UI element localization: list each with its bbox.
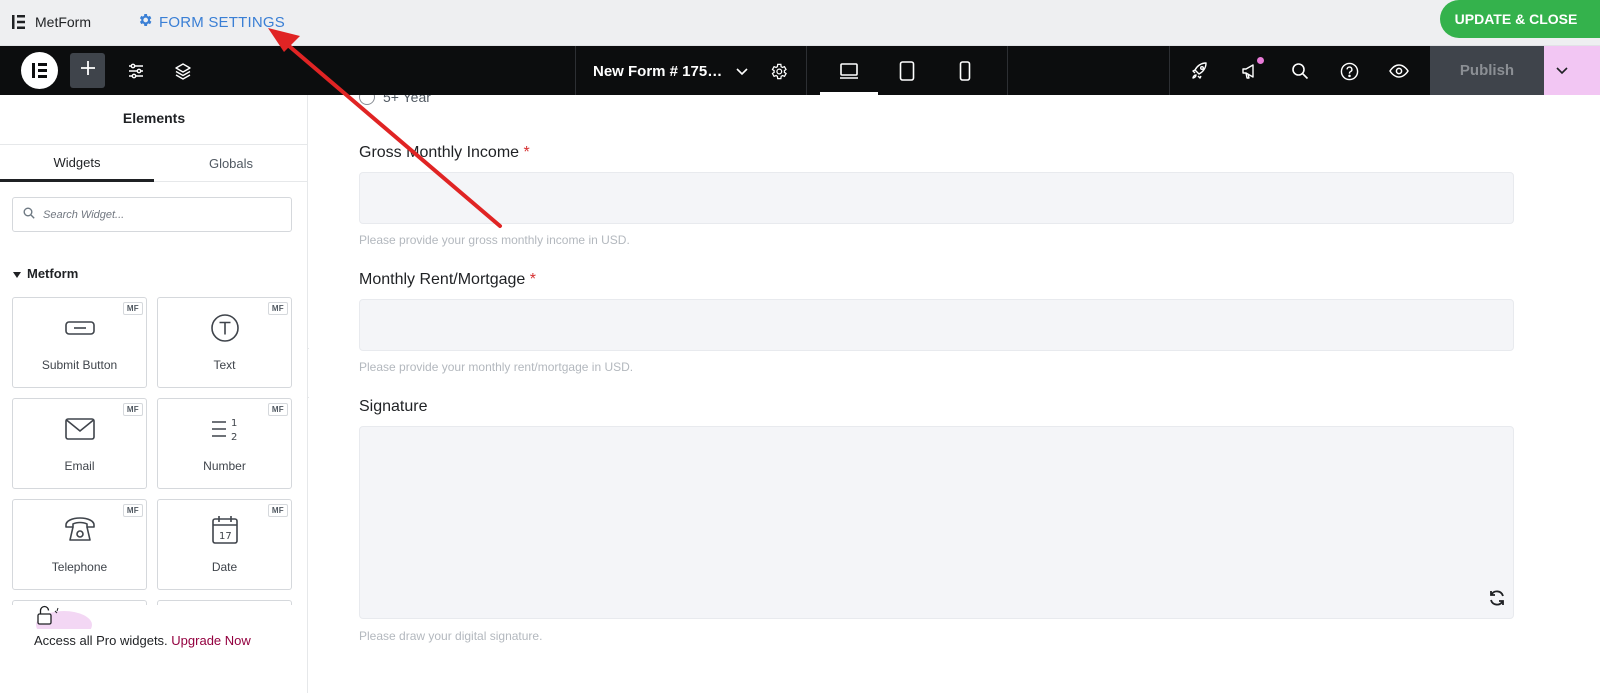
structure-layers-icon[interactable] [170,58,196,84]
caret-down-icon [13,266,21,281]
gear-icon [137,12,153,32]
editor-canvas: 5+ Year Gross Monthly Income * Please pr… [309,95,1600,693]
panel-title: Elements [122,110,186,126]
number-list-icon: 12 [158,413,291,445]
preview-eye-icon[interactable] [1386,58,1412,84]
widget-label: Email [64,459,95,473]
metform-brand: MetForm [12,11,91,33]
widget-date[interactable]: MF 17 Date [157,499,292,590]
tab-globals[interactable]: Globals [154,145,307,182]
submit-button-icon [13,312,146,344]
widget-number[interactable]: MF 12 Number [157,398,292,489]
radio-label: 5+ Year [383,95,431,105]
field-label-signature: Signature [359,398,428,415]
search-icon [23,206,35,224]
elementor-logo-icon[interactable] [21,52,58,89]
calendar-icon: 17 [158,514,291,546]
signature-help: Please draw your digital signature. [359,629,543,643]
pro-lock-illustration-icon [18,605,96,639]
mobile-icon[interactable] [952,58,978,84]
gross-income-input[interactable] [359,172,1514,224]
site-settings-icon[interactable] [123,58,149,84]
chevron-down-icon [736,63,748,80]
desktop-icon[interactable] [836,58,862,84]
metform-topbar: MetForm FORM SETTINGS UPDATE & CLOSE [0,0,1600,46]
pro-promo: Access all Pro widgets. Upgrade Now [0,605,307,693]
widget-label: Submit Button [41,358,118,372]
form-settings-label: FORM SETTINGS [159,13,285,31]
header-divider [1007,46,1008,95]
panel-tabs: Widgets Globals [0,144,307,182]
publish-options-button[interactable] [1544,46,1600,95]
category-title: Metform [27,266,79,281]
search-widget-input[interactable] [43,208,283,221]
field-label-rent: Monthly Rent/Mortgage * [359,271,536,289]
add-element-button[interactable] [70,53,105,88]
promo-text: Access all Pro widgets. [34,633,168,648]
widget-telephone[interactable]: MF Telephone [12,499,147,590]
widget-submit-button[interactable]: MF Submit Button [12,297,147,388]
page-settings-gear-icon[interactable] [765,58,791,84]
refresh-icon[interactable] [1487,588,1507,608]
widget-search [12,197,292,232]
header-divider [1169,46,1170,95]
field-label-text: Monthly Rent/Mortgage [359,271,526,288]
field-label-gross-income: Gross Monthly Income * [359,144,530,162]
widget-label: Text [213,358,236,372]
elementor-bars-icon [12,15,26,29]
search-icon[interactable] [1287,58,1313,84]
document-name: New Form # 175… [593,62,723,80]
text-icon [158,312,291,344]
elements-panel: Elements Widgets Globals Metform MF Subm… [0,95,308,693]
envelope-icon [13,413,146,445]
widget-text[interactable]: MF Text [157,297,292,388]
header-divider [806,46,807,95]
field-label-text: Gross Monthly Income [359,144,520,161]
rent-mortgage-input[interactable] [359,299,1514,351]
svg-text:1: 1 [231,418,237,429]
help-icon[interactable] [1336,58,1362,84]
plus-icon [80,60,96,81]
radio-button[interactable] [359,95,375,105]
notification-dot [1257,57,1264,64]
telephone-icon [13,514,146,546]
signature-pad[interactable] [359,426,1514,619]
widget-label: Number [203,459,246,473]
promo-message: Access all Pro widgets. Upgrade Now [34,633,251,648]
widget-label: Telephone [51,560,108,574]
publish-button[interactable]: Publish [1430,46,1544,95]
radio-option[interactable]: 5+ Year [359,95,431,105]
launchpad-rocket-icon[interactable] [1187,58,1213,84]
widget-email[interactable]: MF Email [12,398,147,489]
header-divider [575,46,576,95]
required-mark: * [523,144,530,161]
svg-text:2: 2 [231,432,237,443]
update-close-button[interactable]: UPDATE & CLOSE [1440,0,1600,38]
required-mark: * [529,271,536,288]
tab-widgets[interactable]: Widgets [0,145,154,182]
upgrade-now-link[interactable]: Upgrade Now [171,633,251,648]
brand-name: MetForm [35,14,91,30]
widget-label: Date [211,560,238,574]
form-settings-button[interactable]: FORM SETTINGS [137,9,285,35]
gross-income-help: Please provide your gross monthly income… [359,233,630,247]
tablet-icon[interactable] [894,58,920,84]
editor-header: New Form # 175… Publish [0,46,1600,95]
document-name-dropdown[interactable]: New Form # 175… [593,60,748,82]
svg-text:17: 17 [219,531,232,542]
chevron-down-icon [1556,62,1568,80]
rent-mortgage-help: Please provide your monthly rent/mortgag… [359,360,634,374]
category-toggle[interactable]: Metform [13,266,78,281]
